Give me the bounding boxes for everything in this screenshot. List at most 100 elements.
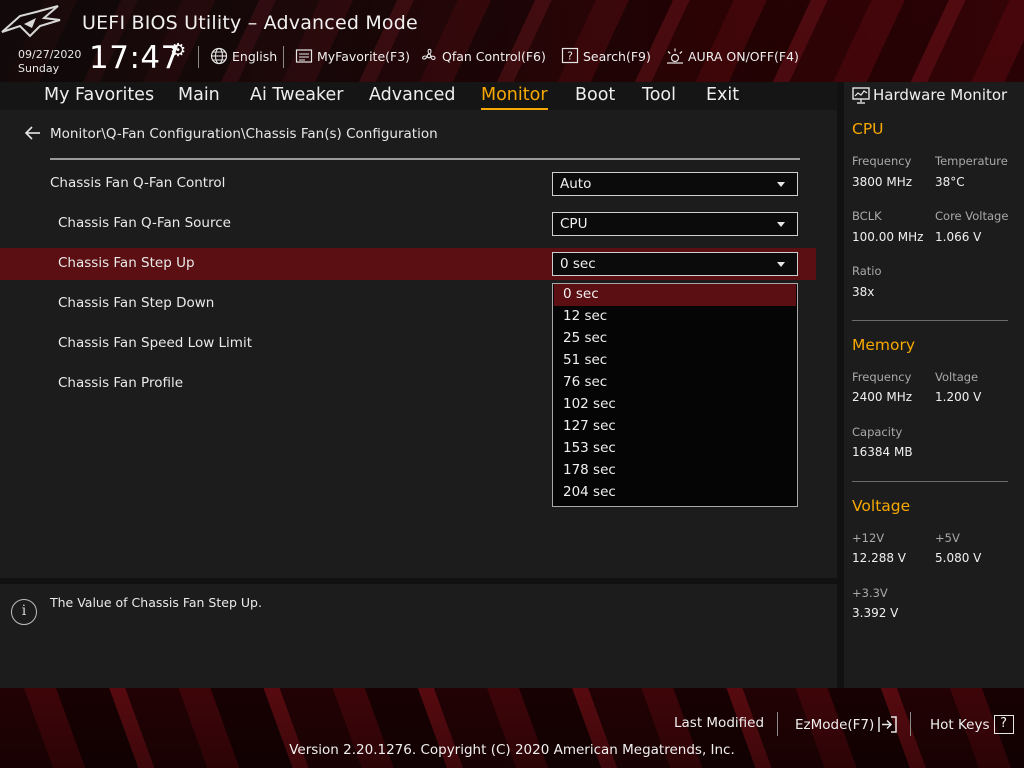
ezmode-button[interactable]: EzMode(F7) (795, 715, 898, 734)
select-value: CPU (560, 216, 588, 232)
language-label: English (232, 48, 278, 64)
settings-panel: Monitor\Q-Fan Configuration\Chassis Fan(… (0, 110, 837, 578)
search-button[interactable]: ? Search(F9) (561, 46, 651, 66)
chevron-down-icon (777, 222, 785, 227)
setting-row-qfan-control[interactable]: Chassis Fan Q-Fan Control Auto (0, 168, 816, 200)
dropdown-option[interactable]: 51 sec (554, 350, 796, 372)
v33-value: 3.392 V (852, 606, 899, 620)
setting-label: Chassis Fan Speed Low Limit (58, 335, 252, 351)
memory-voltage-label: Voltage (935, 370, 979, 384)
v33-label: +3.3V (852, 586, 888, 600)
v5-label: +5V (935, 531, 960, 545)
divider (910, 712, 911, 736)
tab-my-favorites[interactable]: My Favorites (44, 85, 154, 105)
dropdown-option[interactable]: 102 sec (554, 394, 796, 416)
myfavorite-label: MyFavorite(F3) (317, 48, 411, 64)
cpu-heading: CPU (852, 120, 884, 138)
cpu-frequency-label: Frequency (852, 154, 912, 168)
select-value: Auto (560, 176, 592, 192)
dropdown-option[interactable]: 153 sec (554, 438, 796, 460)
qfan-control-select[interactable]: Auto (552, 172, 798, 196)
date-text: 09/27/2020 (18, 48, 82, 61)
tab-advanced[interactable]: Advanced (369, 85, 455, 105)
setting-label: Chassis Fan Step Down (58, 295, 215, 311)
setting-row-step-up[interactable]: Chassis Fan Step Up 0 sec (0, 248, 816, 280)
aura-light-icon (667, 48, 683, 64)
favorite-list-icon (295, 49, 313, 63)
monitor-icon (852, 87, 870, 104)
gear-icon[interactable]: ⚙ (170, 40, 186, 61)
exit-to-ezmode-icon (878, 716, 898, 733)
memory-frequency-label: Frequency (852, 370, 912, 384)
chevron-down-icon (777, 182, 785, 187)
tab-main[interactable]: Main (178, 85, 220, 105)
capacity-value: 16384 MB (852, 445, 913, 459)
aura-button[interactable]: AURA ON/OFF(F4) (666, 46, 799, 66)
language-button[interactable]: English (210, 46, 277, 66)
memory-heading: Memory (852, 336, 916, 354)
bclk-label: BCLK (852, 209, 882, 223)
back-arrow-icon[interactable] (24, 124, 42, 142)
last-modified-label: Last Modified (674, 715, 765, 731)
bclk-value: 100.00 MHz (852, 230, 924, 244)
select-value: 0 sec (560, 256, 596, 272)
tab-tool[interactable]: Tool (642, 85, 676, 105)
help-key-label: ? (1000, 716, 1007, 731)
setting-label: Chassis Fan Step Up (58, 255, 195, 271)
aura-label: AURA ON/OFF(F4) (688, 48, 799, 64)
tab-monitor[interactable]: Monitor (481, 85, 548, 110)
qfan-label: Qfan Control(F6) (442, 48, 546, 64)
tab-exit[interactable]: Exit (706, 85, 739, 105)
tab-boot[interactable]: Boot (575, 85, 615, 105)
dropdown-option[interactable]: 204 sec (554, 482, 796, 504)
setting-label: Chassis Fan Q-Fan Source (58, 215, 231, 231)
setting-label: Chassis Fan Q-Fan Control (50, 175, 226, 191)
setting-row-qfan-source[interactable]: Chassis Fan Q-Fan Source CPU (0, 208, 816, 240)
cpu-temperature-label: Temperature (935, 154, 1008, 168)
help-key-icon: ? (993, 715, 1014, 734)
rog-logo-icon (1, 5, 61, 38)
globe-icon (210, 47, 228, 65)
v5-value: 5.080 V (935, 551, 982, 565)
ezmode-label: EzMode(F7) (795, 716, 875, 733)
divider (198, 46, 199, 68)
help-panel: i The Value of Chassis Fan Step Up. (0, 584, 837, 688)
footer-bar: Last Modified EzMode(F7) Hot Keys ? Vers… (0, 688, 1024, 768)
app-title: UEFI BIOS Utility – Advanced Mode (82, 12, 418, 34)
last-modified-button[interactable]: Last Modified (674, 715, 764, 731)
step-up-dropdown-list: 0 sec 12 sec 25 sec 51 sec 76 sec 102 se… (552, 283, 798, 507)
tab-ai-tweaker[interactable]: Ai Tweaker (250, 85, 343, 105)
v12-value: 12.288 V (852, 551, 907, 565)
dropdown-option[interactable]: 12 sec (554, 306, 796, 328)
header-bar: UEFI BIOS Utility – Advanced Mode 09/27/… (0, 0, 1024, 82)
fan-icon (422, 48, 436, 61)
svg-text:?: ? (567, 50, 573, 63)
qfan-control-button[interactable]: Qfan Control(F6) (420, 46, 546, 66)
dropdown-option[interactable]: 0 sec (554, 284, 796, 306)
copyright-text: Version 2.20.1276. Copyright (C) 2020 Am… (289, 742, 735, 758)
main-menu: My Favorites Main Ai Tweaker Advanced Mo… (0, 82, 837, 110)
dropdown-option[interactable]: 25 sec (554, 328, 796, 350)
date-display: 09/27/2020 Sunday (18, 48, 81, 76)
cpu-frequency-value: 3800 MHz (852, 175, 913, 189)
divider (283, 46, 284, 68)
info-icon: i (11, 599, 37, 625)
hardware-monitor-panel: Hardware Monitor CPU Frequency Temperatu… (844, 82, 1024, 688)
section-divider (852, 481, 1008, 482)
myfavorite-button[interactable]: MyFavorite(F3) (295, 46, 410, 66)
memory-frequency-value: 2400 MHz (852, 390, 913, 404)
hot-keys-button[interactable]: Hot Keys ? (930, 715, 1014, 734)
cpu-temperature-value: 38°C (935, 175, 965, 189)
divider (777, 712, 778, 736)
dropdown-option[interactable]: 76 sec (554, 372, 796, 394)
dropdown-option[interactable]: 178 sec (554, 460, 796, 482)
hardware-monitor-title: Hardware Monitor (873, 86, 1008, 104)
core-voltage-value: 1.066 V (935, 230, 982, 244)
help-text: The Value of Chassis Fan Step Up. (50, 595, 262, 610)
step-up-select[interactable]: 0 sec (552, 252, 798, 276)
dropdown-option[interactable]: 127 sec (554, 416, 796, 438)
qfan-source-select[interactable]: CPU (552, 212, 798, 236)
memory-voltage-value: 1.200 V (935, 390, 982, 404)
clock: 17:47 (89, 40, 181, 76)
search-help-icon: ? (561, 47, 579, 64)
